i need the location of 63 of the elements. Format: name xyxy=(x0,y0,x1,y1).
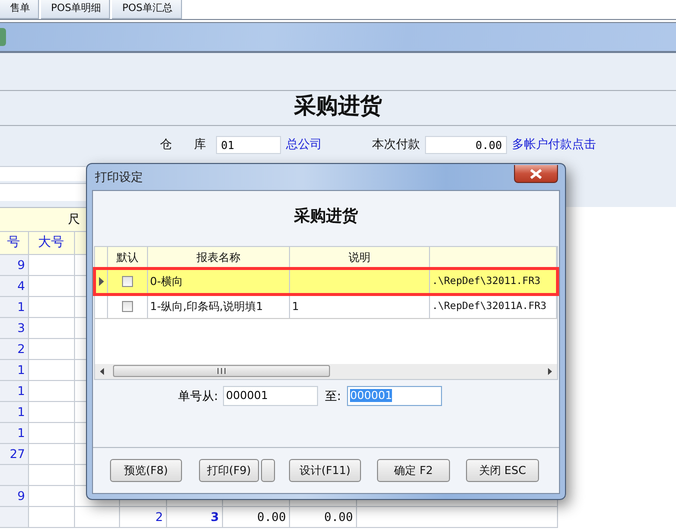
page-title: 采购进货 xyxy=(294,92,382,121)
scroll-right-icon[interactable] xyxy=(548,368,552,375)
table-cell: 0-横向 xyxy=(148,269,290,293)
column-header: 大号 xyxy=(29,232,75,255)
range-label: 单号从: xyxy=(178,388,218,404)
tab[interactable]: POS单汇总 xyxy=(112,0,182,19)
range-label: 至: xyxy=(325,388,342,404)
table-cell: 27 xyxy=(0,444,29,465)
table-cell: 1 xyxy=(290,294,430,318)
row-pointer-icon xyxy=(98,276,104,286)
link[interactable]: 总公司 xyxy=(286,136,322,153)
table-cell xyxy=(0,465,29,486)
field-label: 本次付款 xyxy=(372,136,420,153)
table-cell: 1 xyxy=(0,297,29,318)
table-cell: .\RepDef\32011.FR3 xyxy=(430,269,557,293)
field-label: 仓 库 xyxy=(160,136,206,153)
dialog-button[interactable]: 确定 F2 xyxy=(377,459,450,482)
table-cell: 1 xyxy=(0,402,29,423)
table-row[interactable]: 1-纵向,印条码,说明填1 1 .\RepDef\32011A.FR3 xyxy=(95,294,557,319)
dialog-heading: 采购进货 xyxy=(294,206,358,225)
table-cell: 2 xyxy=(0,339,29,360)
table-cell xyxy=(75,507,120,528)
dialog-button[interactable]: 关闭 ESC xyxy=(466,459,539,482)
input-field[interactable] xyxy=(0,183,86,201)
table-cell: 9 xyxy=(0,255,29,276)
table-cell: 4 xyxy=(0,276,29,297)
table-cell xyxy=(29,486,75,507)
column-header: 号 xyxy=(0,232,29,255)
table-cell: 1 xyxy=(0,423,29,444)
table-cell: 1 xyxy=(0,360,29,381)
dialog-title: 打印设定 xyxy=(95,169,143,186)
table-cell xyxy=(29,507,75,528)
table-cell: 3 xyxy=(167,507,223,528)
input-field[interactable]: 0.00 xyxy=(425,136,507,154)
horizontal-scrollbar[interactable] xyxy=(95,364,557,379)
dialog-button[interactable]: 设计(F11) xyxy=(289,459,361,482)
table-cell: 0.00 xyxy=(223,507,290,528)
tab[interactable]: 售单 xyxy=(0,0,39,19)
close-icon xyxy=(530,168,542,178)
close-button[interactable] xyxy=(514,165,558,183)
range-start-field[interactable]: 000001 xyxy=(223,386,318,406)
input-field[interactable] xyxy=(0,166,86,181)
dialog-button[interactable]: 打印(F9) xyxy=(199,459,259,482)
table-cell: 3 xyxy=(0,318,29,339)
scroll-thumb[interactable] xyxy=(113,365,330,377)
checkbox[interactable] xyxy=(122,300,133,312)
checkbox[interactable] xyxy=(122,276,133,286)
table-cell: 1 xyxy=(0,381,29,402)
scroll-left-icon[interactable] xyxy=(100,368,104,375)
toolbar-icon[interactable] xyxy=(0,28,6,46)
table-cell: .\RepDef\32011A.FR3 xyxy=(430,294,557,318)
table-row[interactable]: 0-横向 .\RepDef\32011.FR3 xyxy=(95,269,557,294)
link[interactable]: 多帐户付款点击 xyxy=(512,136,596,153)
input-field[interactable]: 01 xyxy=(216,136,281,154)
table-cell: 1-纵向,印条码,说明填1 xyxy=(148,294,290,318)
table-cell: 9 xyxy=(0,486,29,507)
dropdown-button[interactable] xyxy=(261,459,275,482)
dialog-button[interactable]: 预览(F8) xyxy=(110,459,182,482)
table-cell: 2 xyxy=(120,507,167,528)
table-cell xyxy=(0,507,29,528)
column-header: 尺 xyxy=(68,212,80,226)
table-cell: 0.00 xyxy=(290,507,357,528)
tab[interactable]: POS单明细 xyxy=(41,0,110,19)
